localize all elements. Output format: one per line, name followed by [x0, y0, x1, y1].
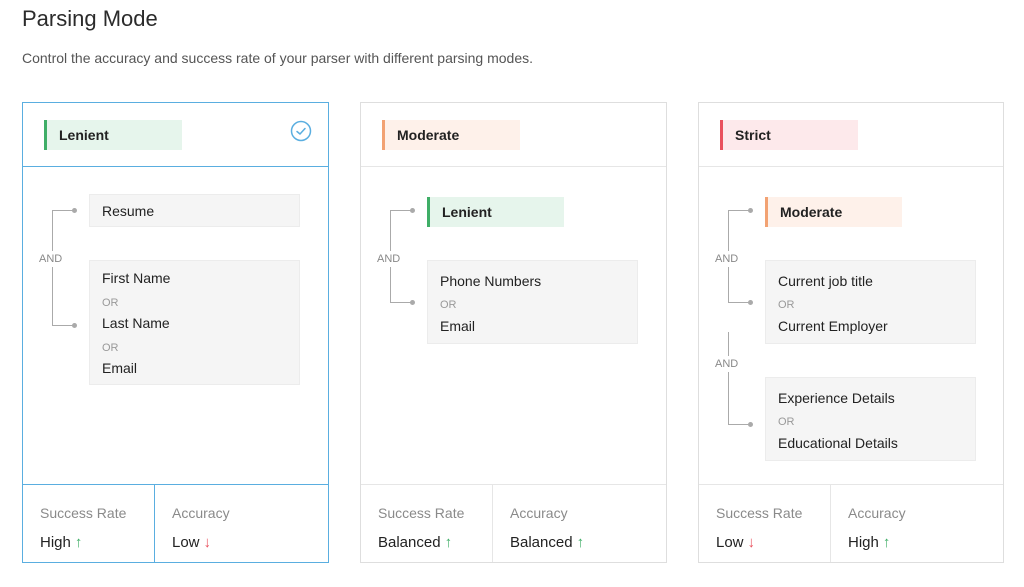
rule-text: Current job title — [778, 273, 873, 289]
and-label: AND — [715, 356, 739, 372]
connector-dot — [410, 208, 415, 213]
metric-label: Success Rate — [40, 505, 127, 521]
metric-value: Low ↓ — [172, 534, 212, 551]
rule-box-group: First Name OR Last Name OR Email — [89, 260, 300, 385]
or-label: OR — [440, 299, 457, 311]
connector-dot — [410, 300, 415, 305]
card-header: Lenient — [23, 103, 328, 167]
and-label: AND — [715, 251, 739, 267]
parsing-mode-card-moderate[interactable]: Moderate AND Lenient Phone Numbers OR Em… — [360, 102, 667, 563]
connector-dot — [748, 208, 753, 213]
and-label: AND — [377, 251, 401, 267]
connector-line — [728, 424, 750, 425]
arrow-up-icon: ↑ — [882, 534, 891, 551]
rule-box-group: Phone Numbers OR Email — [427, 260, 638, 344]
connector-dot — [72, 323, 77, 328]
card-header: Moderate — [361, 103, 666, 167]
arrow-down-icon: ↓ — [747, 534, 756, 551]
success-rate-metric: Success Rate Balanced ↑ — [361, 485, 492, 562]
connector-dot — [748, 422, 753, 427]
rule-text: Email — [102, 360, 138, 376]
success-rate-metric: Success Rate Low ↓ — [699, 485, 830, 562]
connector-line — [52, 325, 74, 326]
metric-value: Low ↓ — [716, 534, 756, 551]
accuracy-metric: Accuracy High ↑ — [831, 485, 1003, 562]
rule-text: Educational Details — [778, 435, 898, 451]
connector-line — [728, 210, 750, 211]
check-circle-icon — [290, 120, 312, 142]
connector-dot — [72, 208, 77, 213]
parsing-mode-card-lenient[interactable]: Lenient AND Resume First Name OR Last Na… — [22, 102, 329, 563]
card-footer: Success Rate Balanced ↑ Accuracy Balanced… — [361, 484, 666, 562]
metric-value: High ↑ — [40, 534, 83, 551]
rule-text: Phone Numbers — [440, 273, 542, 289]
and-label: AND — [39, 251, 63, 267]
metric-label: Success Rate — [378, 505, 465, 521]
arrow-up-icon: ↑ — [576, 534, 585, 551]
or-label: OR — [102, 342, 119, 354]
connector-dot — [748, 300, 753, 305]
arrow-up-icon: ↑ — [444, 534, 453, 551]
rule-box-group: Current job title OR Current Employer — [765, 260, 976, 344]
rule-text: Last Name — [102, 315, 170, 331]
arrow-up-icon: ↑ — [74, 534, 83, 551]
accuracy-metric: Accuracy Low ↓ — [155, 485, 328, 562]
arrow-down-icon: ↓ — [203, 534, 212, 551]
connector-line — [52, 210, 74, 211]
accuracy-metric: Accuracy Balanced ↑ — [493, 485, 666, 562]
card-footer: Success Rate High ↑ Accuracy Low ↓ — [23, 484, 328, 562]
nested-tag-lenient: Lenient — [427, 197, 564, 227]
metric-label: Accuracy — [510, 505, 568, 521]
rule-text: Experience Details — [778, 390, 895, 406]
rule-box-group: Experience Details OR Educational Detail… — [765, 377, 976, 461]
rule-text: Resume — [102, 203, 155, 219]
page-description: Control the accuracy and success rate of… — [22, 50, 533, 66]
or-label: OR — [102, 297, 119, 309]
metric-value: Balanced ↑ — [510, 534, 585, 551]
connector-line — [390, 210, 412, 211]
success-rate-metric: Success Rate High ↑ — [23, 485, 154, 562]
or-label: OR — [778, 416, 795, 428]
rule-text: First Name — [102, 270, 171, 286]
mode-tag-strict: Strict — [720, 120, 858, 150]
rule-text: Current Employer — [778, 318, 888, 334]
connector-line — [390, 302, 412, 303]
or-label: OR — [778, 299, 795, 311]
card-footer: Success Rate Low ↓ Accuracy High ↑ — [699, 484, 1003, 562]
rule-box-resume: Resume — [89, 194, 300, 227]
nested-tag-moderate: Moderate — [765, 197, 902, 227]
metric-label: Accuracy — [172, 505, 230, 521]
connector-line — [728, 332, 729, 425]
mode-tag-moderate: Moderate — [382, 120, 520, 150]
card-header: Strict — [699, 103, 1003, 167]
connector-line — [52, 210, 53, 326]
metric-label: Accuracy — [848, 505, 906, 521]
parsing-mode-card-strict[interactable]: Strict AND AND Moderate Current job titl… — [698, 102, 1004, 563]
connector-line — [728, 302, 750, 303]
page-title: Parsing Mode — [22, 6, 158, 31]
mode-tag-lenient: Lenient — [44, 120, 182, 150]
metric-value: Balanced ↑ — [378, 534, 453, 551]
metric-label: Success Rate — [716, 505, 803, 521]
metric-value: High ↑ — [848, 534, 891, 551]
rule-text: Email — [440, 318, 476, 334]
